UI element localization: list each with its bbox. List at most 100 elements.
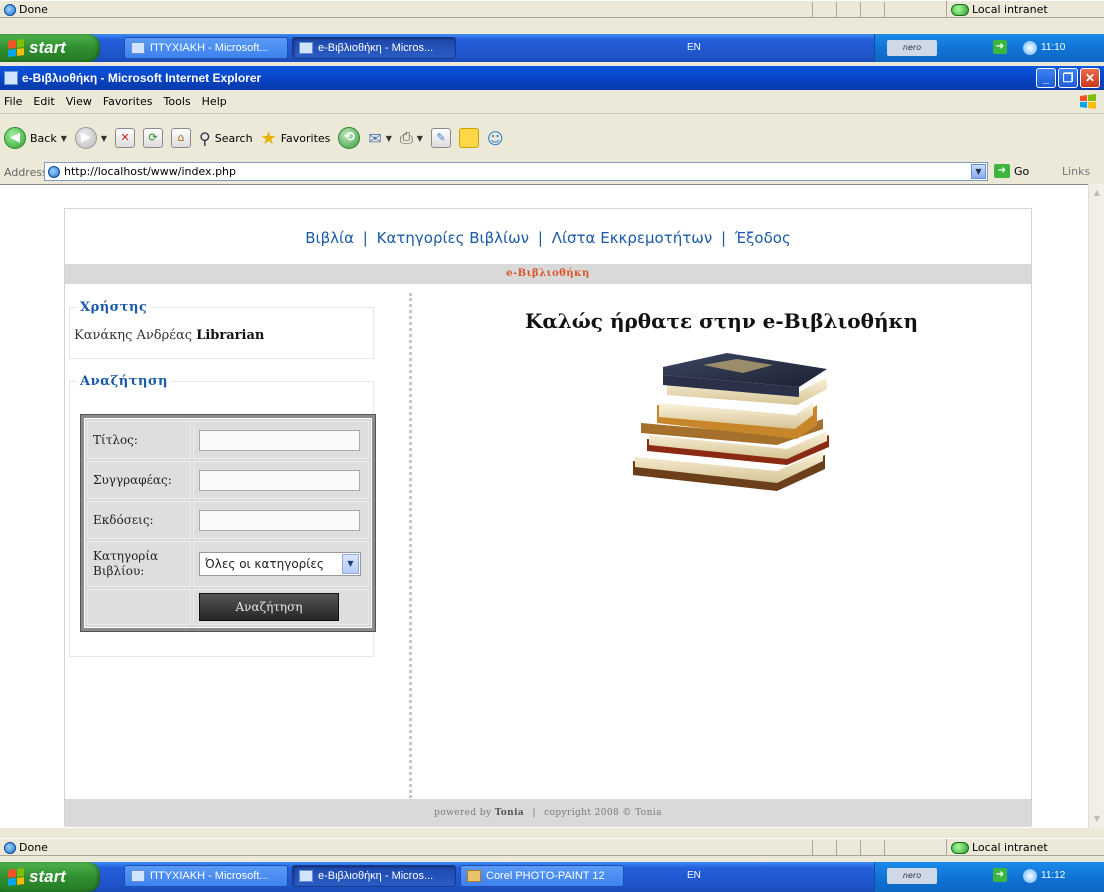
status-text: Done	[19, 841, 48, 854]
mail-icon[interactable]: ✉	[368, 129, 381, 148]
menu-view[interactable]: View	[66, 95, 92, 108]
main-nav: Βιβλία | Κατηγορίες Βιβλίων | Λίστα Εκκρ…	[305, 229, 791, 247]
edit-icon[interactable]: ✎	[430, 128, 451, 148]
menu-help[interactable]: Help	[202, 95, 227, 108]
windows-flag-icon	[8, 868, 24, 886]
menu-file[interactable]: File	[4, 95, 22, 108]
user-surname: Κανάκης	[74, 328, 133, 343]
stop-icon[interactable]: ✕	[115, 128, 136, 148]
print-icon[interactable]: ⎙	[400, 128, 413, 148]
ie-page-icon	[4, 841, 16, 854]
ie-icon	[299, 42, 313, 54]
discuss-icon[interactable]	[458, 128, 479, 148]
start-button[interactable]: start	[0, 862, 100, 892]
page-footer: powered by Tonia | copyright 2008 © Toni…	[65, 799, 1031, 827]
tray-arrow-icon[interactable]: ➜	[993, 40, 1007, 54]
category-select[interactable]: Όλες οι κατηγορίες ▼	[199, 552, 361, 576]
print-dropdown-icon[interactable]: ▼	[417, 134, 423, 143]
author-input[interactable]	[199, 469, 360, 491]
intranet-icon	[951, 841, 969, 854]
author-label: Συγγραφέας:	[87, 461, 191, 499]
favorites-button[interactable]: ★ Favorites	[261, 128, 331, 149]
mail-dropdown-icon[interactable]: ▼	[386, 134, 392, 143]
menu-edit[interactable]: Edit	[33, 95, 54, 108]
window-titlebar: e-Βιβλιοθήκη - Microsoft Internet Explor…	[0, 66, 1104, 90]
search-form: Τίτλος: Συγγραφέας: Εκδόσεις: Κατηγορία …	[80, 414, 376, 632]
publisher-label: Εκδόσεις:	[87, 501, 191, 539]
address-input[interactable]: http://localhost/www/index.php ▼	[44, 162, 988, 181]
ie-icon	[299, 870, 313, 882]
go-arrow-icon: ➜	[994, 164, 1010, 178]
start-button[interactable]: start	[0, 34, 100, 62]
breadcrumb: e-Βιβλιοθήκη	[65, 264, 1031, 284]
tray-arrow-icon[interactable]: ➜	[993, 868, 1007, 882]
word-doc-icon	[131, 42, 145, 54]
corel-photopaint-icon	[467, 870, 481, 882]
refresh-icon[interactable]: ⟳	[143, 128, 164, 148]
history-icon[interactable]: ⟲	[338, 127, 361, 149]
taskbar-task-ptyxiaki[interactable]: ΠΤΥΧΙΑΚΗ - Microsoft...	[124, 865, 288, 887]
user-box: Χρήστης Κανάκης Ανδρέας Librarian	[69, 300, 374, 359]
taskbar-task-corel[interactable]: Corel PHOTO-PAINT 12	[460, 865, 624, 887]
window-title: e-Βιβλιοθήκη - Microsoft Internet Explor…	[22, 71, 262, 85]
forward-button[interactable]: ▶ ▼	[74, 127, 107, 149]
chevron-down-icon[interactable]: ▼	[342, 554, 359, 574]
welcome-heading: Καλώς ήρθατε στην e-Βιβλιοθήκη	[524, 309, 919, 333]
home-icon[interactable]: ⌂	[171, 128, 192, 148]
taskbar-task-ebibliothiki[interactable]: e-Βιβλιοθήκη - Micros...	[292, 865, 456, 887]
ie-window-icon	[4, 71, 18, 85]
nero-icon[interactable]: nero	[887, 40, 937, 56]
scroll-down-icon[interactable]: ▼	[1090, 812, 1104, 826]
zone-text: Local intranet	[972, 841, 1048, 854]
web-page: Βιβλία | Κατηγορίες Βιβλίων | Λίστα Εκκρ…	[64, 208, 1032, 827]
messenger-icon[interactable]: ☺	[487, 129, 504, 148]
address-dropdown-icon[interactable]: ▼	[971, 164, 986, 179]
title-input[interactable]	[199, 429, 360, 451]
nav-logout[interactable]: Έξοδος	[735, 229, 791, 247]
ie-page-icon	[4, 3, 16, 16]
links-button[interactable]: Links	[1062, 165, 1090, 178]
scroll-up-icon[interactable]: ▲	[1090, 186, 1104, 200]
nav-book-categories[interactable]: Κατηγορίες Βιβλίων	[377, 229, 529, 247]
menu-bar: File Edit View Favorites Tools Help	[0, 90, 1104, 114]
menu-favorites[interactable]: Favorites	[103, 95, 153, 108]
clock: 11:10	[1041, 42, 1066, 53]
maximize-button[interactable]: ❐	[1058, 68, 1078, 88]
taskbar-task-ebibliothiki[interactable]: e-Βιβλιοθήκη - Micros...	[292, 37, 456, 59]
search-button[interactable]: ⚲ Search	[199, 129, 253, 148]
user-role: Librarian	[196, 328, 265, 343]
nero-icon[interactable]: nero	[887, 868, 937, 884]
books-stack-icon	[633, 353, 829, 491]
taskbar-task-ptyxiaki[interactable]: ΠΤΥΧΙΑΚΗ - Microsoft...	[124, 37, 288, 59]
go-button[interactable]: ➜ Go	[994, 164, 1029, 178]
clock: 11:12	[1041, 870, 1066, 881]
menu-tools[interactable]: Tools	[164, 95, 191, 108]
close-button[interactable]: ✕	[1080, 68, 1100, 88]
user-name: Ανδρέας	[136, 328, 193, 343]
nav-books[interactable]: Βιβλία	[305, 229, 354, 247]
network-icon[interactable]	[1023, 41, 1037, 55]
category-label: Κατηγορία Βιβλίου:	[87, 541, 191, 587]
system-tray: EN nero ➜ 11:12	[687, 862, 1104, 892]
system-tray: EN nero ➜ 11:10	[687, 34, 1104, 62]
user-box-title: Χρήστης	[76, 300, 152, 315]
network-icon[interactable]	[1023, 869, 1037, 883]
forward-dropdown-icon[interactable]: ▼	[101, 134, 107, 143]
vertical-scrollbar[interactable]: ▲ ▼	[1088, 184, 1104, 828]
back-dropdown-icon[interactable]: ▼	[61, 134, 67, 143]
column-divider	[409, 293, 412, 798]
publisher-input[interactable]	[199, 509, 360, 531]
language-indicator[interactable]: EN	[687, 42, 701, 53]
favorites-star-icon: ★	[260, 127, 277, 149]
search-box-title: Αναζήτηση	[76, 374, 172, 389]
language-indicator[interactable]: EN	[687, 870, 701, 881]
nav-pending-list[interactable]: Λίστα Εκκρεμοτήτων	[552, 229, 713, 247]
back-button[interactable]: ◀ Back ▼	[4, 127, 67, 149]
user-info: Κανάκης Ανδρέας Librarian	[74, 328, 264, 343]
search-submit-button[interactable]: Αναζήτηση	[199, 593, 339, 621]
search-icon: ⚲	[199, 128, 211, 148]
word-doc-icon	[131, 870, 145, 882]
taskbar-bottom: start ΠΤΥΧΙΑΚΗ - Microsoft... e-Βιβλιοθή…	[0, 862, 1104, 892]
minimize-button[interactable]: _	[1036, 68, 1056, 88]
address-bar: Address http://localhost/www/index.php ▼…	[0, 161, 1104, 183]
